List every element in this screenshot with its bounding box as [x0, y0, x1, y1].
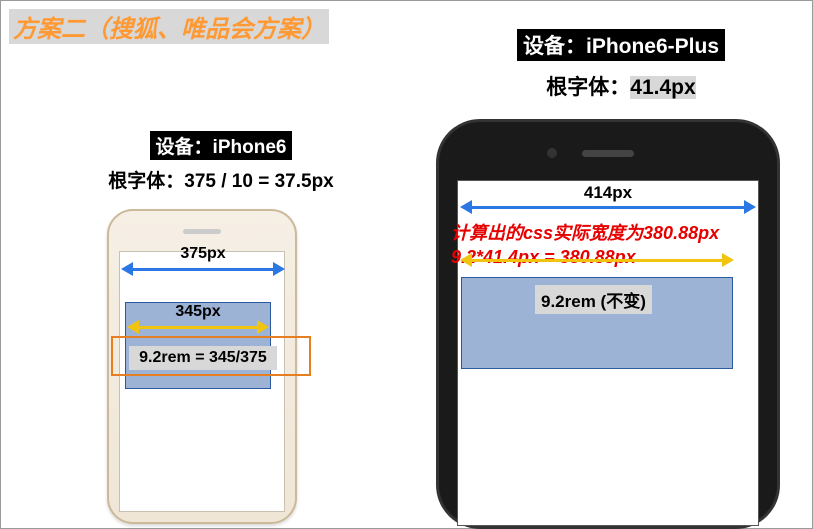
iphone6plus-rootfont: 根字体：41.4px	[451, 71, 791, 101]
iphone6plus-section-header: 设备：iPhone6-Plus 根字体：41.4px	[451, 29, 791, 101]
iphone6-element-width-label: 345px	[127, 303, 269, 321]
iphone6plus-rootfont-prefix: 根字体：	[546, 76, 630, 99]
iphone6-callout-box	[111, 336, 311, 376]
iphone6plus-width-label: 414px	[460, 183, 756, 203]
iphone6-section-header: 设备：iPhone6 根字体：375 / 10 = 37.5px	[61, 131, 381, 193]
iphone6-rootfont: 根字体：375 / 10 = 37.5px	[61, 166, 381, 193]
scheme-title: 方案二（搜狐、唯品会方案）	[9, 9, 329, 44]
iphone6-rootfont-prefix: 根字体：	[108, 171, 184, 192]
iphone6plus-rem-label: 9.2rem (不变)	[535, 285, 652, 314]
iphone6-device-label: 设备：iPhone6	[150, 131, 293, 160]
iphone6plus-rootfont-value: 41.4px	[630, 76, 695, 99]
iphone6-width-label: 375px	[121, 245, 285, 263]
iphone6-rootfont-value: 375 / 10 = 37.5px	[184, 171, 333, 192]
iphone6plus-device-label: 设备：iPhone6-Plus	[517, 29, 725, 61]
iphone6plus-calc-line1: 计算出的css实际宽度为380.88px	[451, 221, 771, 245]
